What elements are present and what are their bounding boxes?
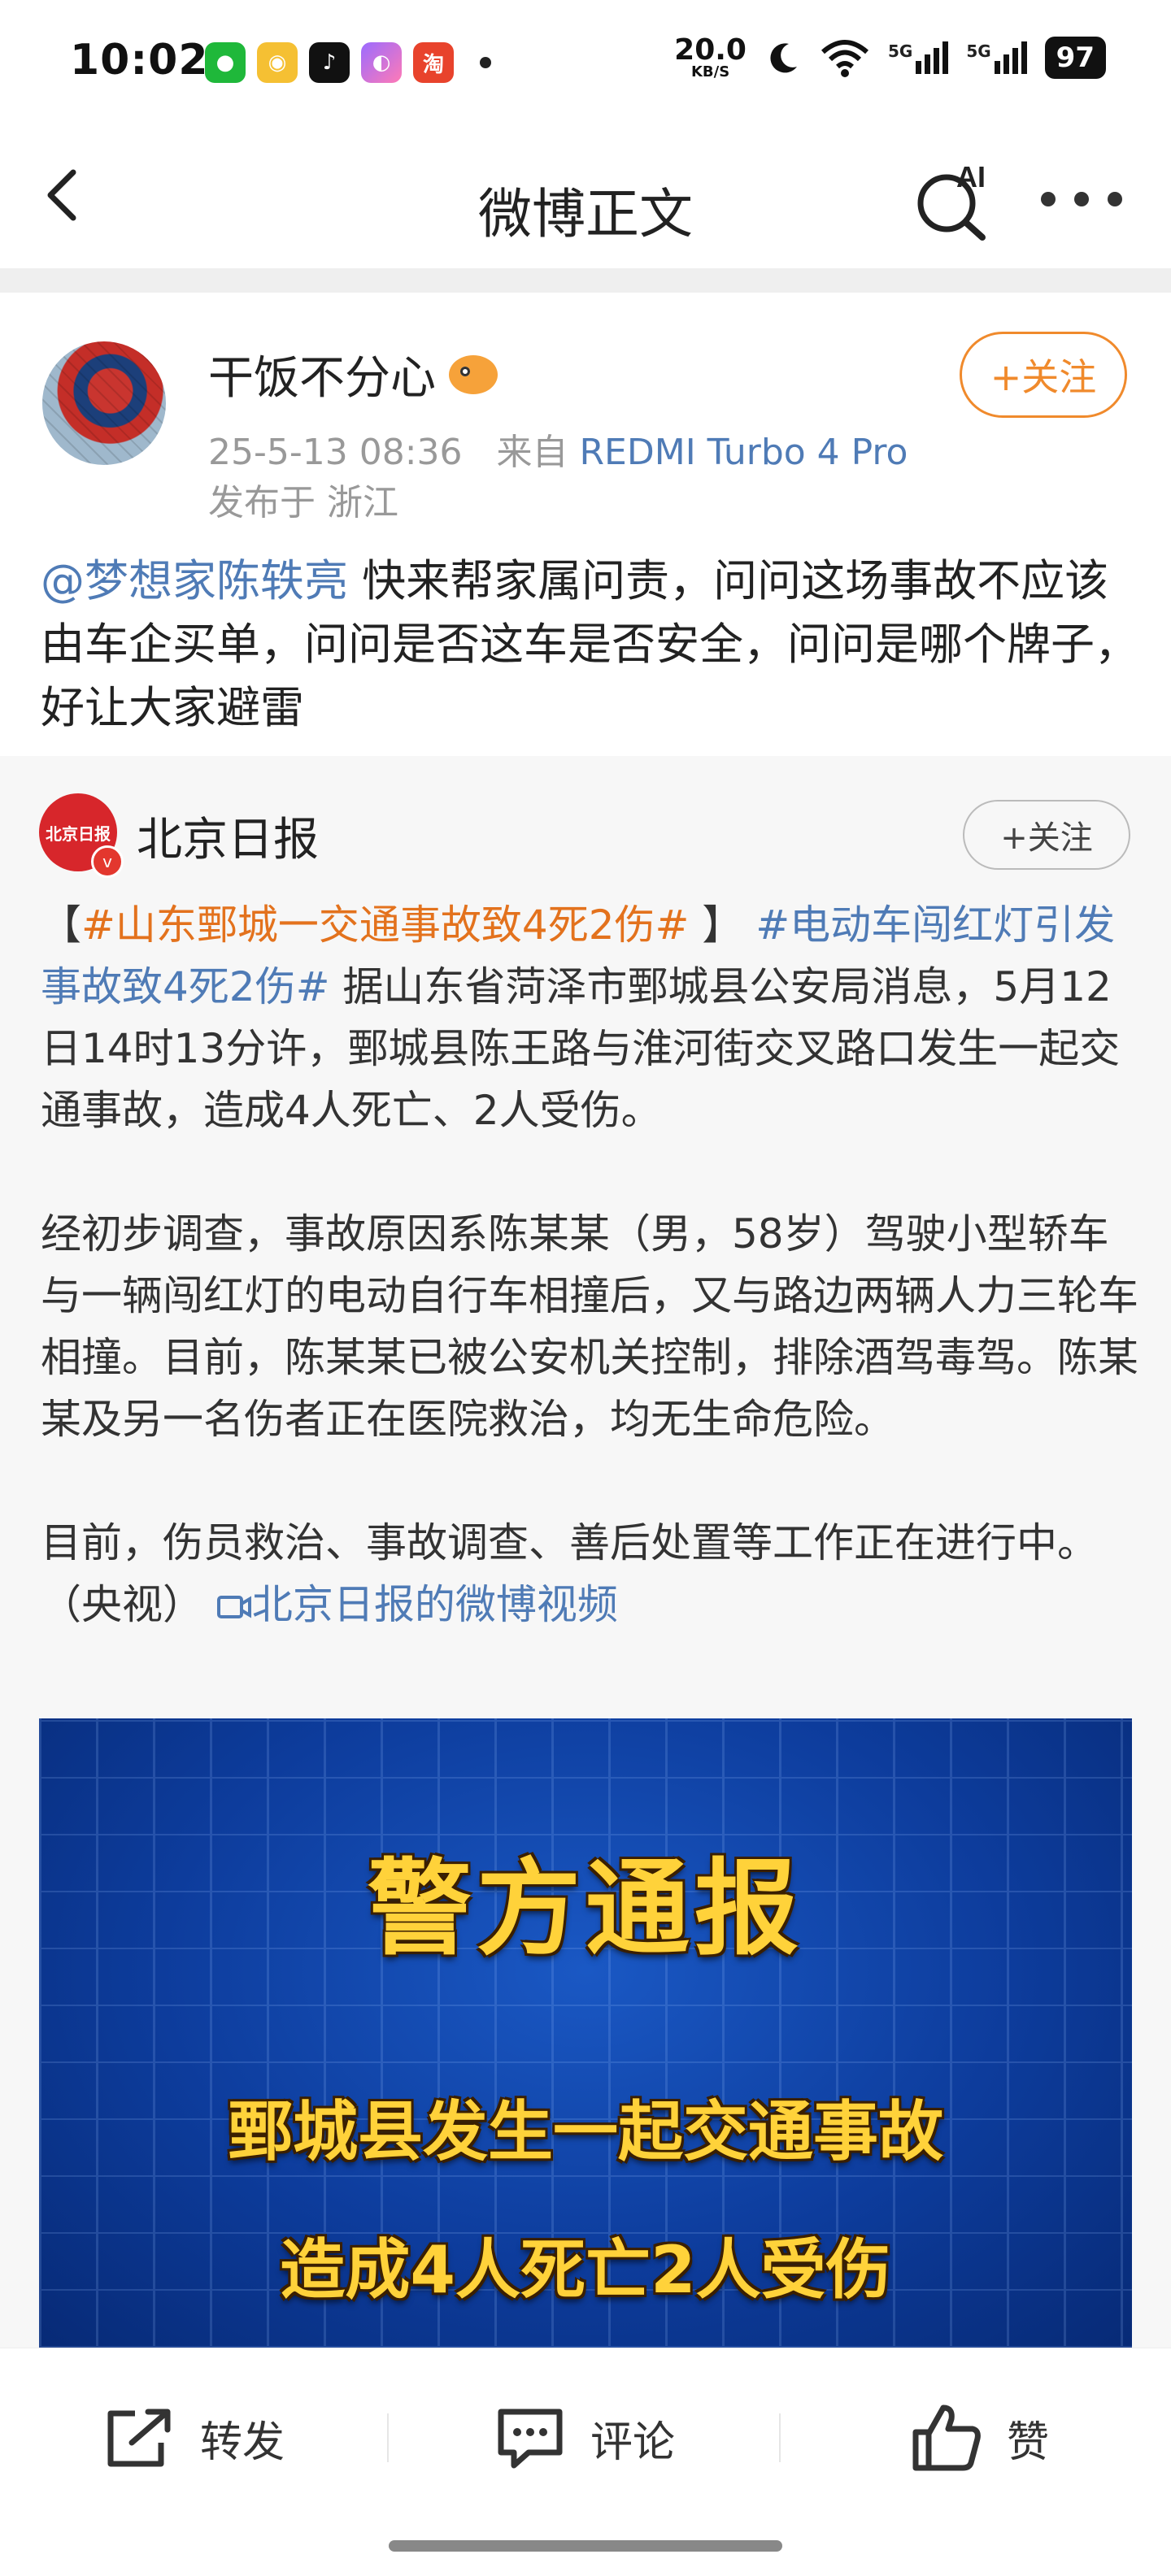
topic-link[interactable]: #山东鄄城一交通事故致4死2伤# xyxy=(81,901,689,949)
comment-icon xyxy=(498,2409,563,2469)
comment-button[interactable]: 评论 xyxy=(493,2397,675,2478)
fan-badge-icon xyxy=(449,354,498,394)
post-text: @梦想家陈轶亮 快来帮家属问责，问问这场事故不应该由车企买单，问问是否这车是否安… xyxy=(41,555,1138,733)
notification-icons: ● ◉ ♪ ◐ 淘 xyxy=(205,42,491,83)
video-caption-line: 造成4人死亡2人受伤 xyxy=(280,2232,891,2308)
video-link-icon xyxy=(216,1596,251,1618)
wifi-icon xyxy=(821,40,868,77)
repost-icon xyxy=(107,2409,171,2467)
status-right: 20.0 KB/S 5G 5G 97 xyxy=(674,36,1106,80)
video-link[interactable]: 北京日报的微博视频 xyxy=(216,1581,618,1628)
music-app-icon: ◐ xyxy=(361,42,402,83)
home-indicator[interactable] xyxy=(389,2540,782,2552)
nav-bar: 微博正文 AI xyxy=(0,122,1171,268)
signal-icon: 5G xyxy=(888,41,949,74)
bottom-toolbar: 转发 评论 赞 xyxy=(0,2348,1171,2576)
moon-icon xyxy=(770,43,797,73)
svg-text:AI: AI xyxy=(956,160,986,193)
ai-search-icon[interactable]: AI xyxy=(909,154,999,244)
signal-icon-2: 5G xyxy=(966,41,1027,74)
status-time: 10:02 xyxy=(70,36,209,85)
weibo-icon: ◉ xyxy=(257,42,298,83)
post-meta: 25-5-13 08:36 来自 REDMI Turbo 4 Pro xyxy=(208,432,908,473)
repost-follow-button[interactable]: +关注 xyxy=(963,800,1130,870)
author-name[interactable]: 干饭不分心 xyxy=(208,341,498,407)
wechat-icon: ● xyxy=(205,42,246,83)
repost-card[interactable]: 北京日报 v 北京日报 +关注 【#山东鄄城一交通事故致4死2伤# 】 #电动车… xyxy=(0,756,1171,2348)
follow-button[interactable]: +关注 xyxy=(960,332,1127,418)
divider xyxy=(779,2413,781,2462)
device-link[interactable]: REDMI Turbo 4 Pro xyxy=(579,432,908,473)
verified-icon: v xyxy=(91,845,124,878)
video-player[interactable]: 警方通报 鄄城县发生一起交通事故 造成4人死亡2人受伤 xyxy=(39,1718,1132,2348)
more-icon[interactable] xyxy=(1041,187,1122,211)
net-speed: 20.0 KB/S xyxy=(674,33,747,80)
repost-button[interactable]: 转发 xyxy=(102,2397,285,2478)
video-caption-line: 鄄城县发生一起交通事故 xyxy=(228,2094,943,2170)
taobao-icon: 淘 xyxy=(413,42,454,83)
video-caption-title: 警方通报 xyxy=(367,1848,803,1970)
battery-level: 97 xyxy=(1044,37,1106,79)
mention-link[interactable]: @梦想家陈轶亮 xyxy=(41,555,348,606)
paragraph: 经初步调查，事故原因系陈某某（男，58岁）驾驶小型轿车与一辆闯红灯的电动自行车相… xyxy=(41,1210,1138,1443)
like-icon xyxy=(912,2404,981,2471)
repost-author-name[interactable]: 北京日报 xyxy=(137,803,319,869)
like-button[interactable]: 赞 xyxy=(909,2397,1049,2478)
post-location: 发布于 浙江 xyxy=(208,482,398,523)
repost-text: 【#山东鄄城一交通事故致4死2伤# 】 #电动车闯红灯引发事故致4死2伤# 据山… xyxy=(41,901,1138,1628)
divider xyxy=(387,2413,389,2462)
tiktok-icon: ♪ xyxy=(309,42,350,83)
divider xyxy=(0,268,1171,293)
more-notifications-dot xyxy=(480,57,491,68)
status-bar: 10:02 ● ◉ ♪ ◐ 淘 20.0 KB/S 5G 5G 97 xyxy=(0,0,1171,122)
post-card: 干饭不分心 25-5-13 08:36 来自 REDMI Turbo 4 Pro… xyxy=(0,293,1171,756)
avatar[interactable] xyxy=(42,341,166,465)
